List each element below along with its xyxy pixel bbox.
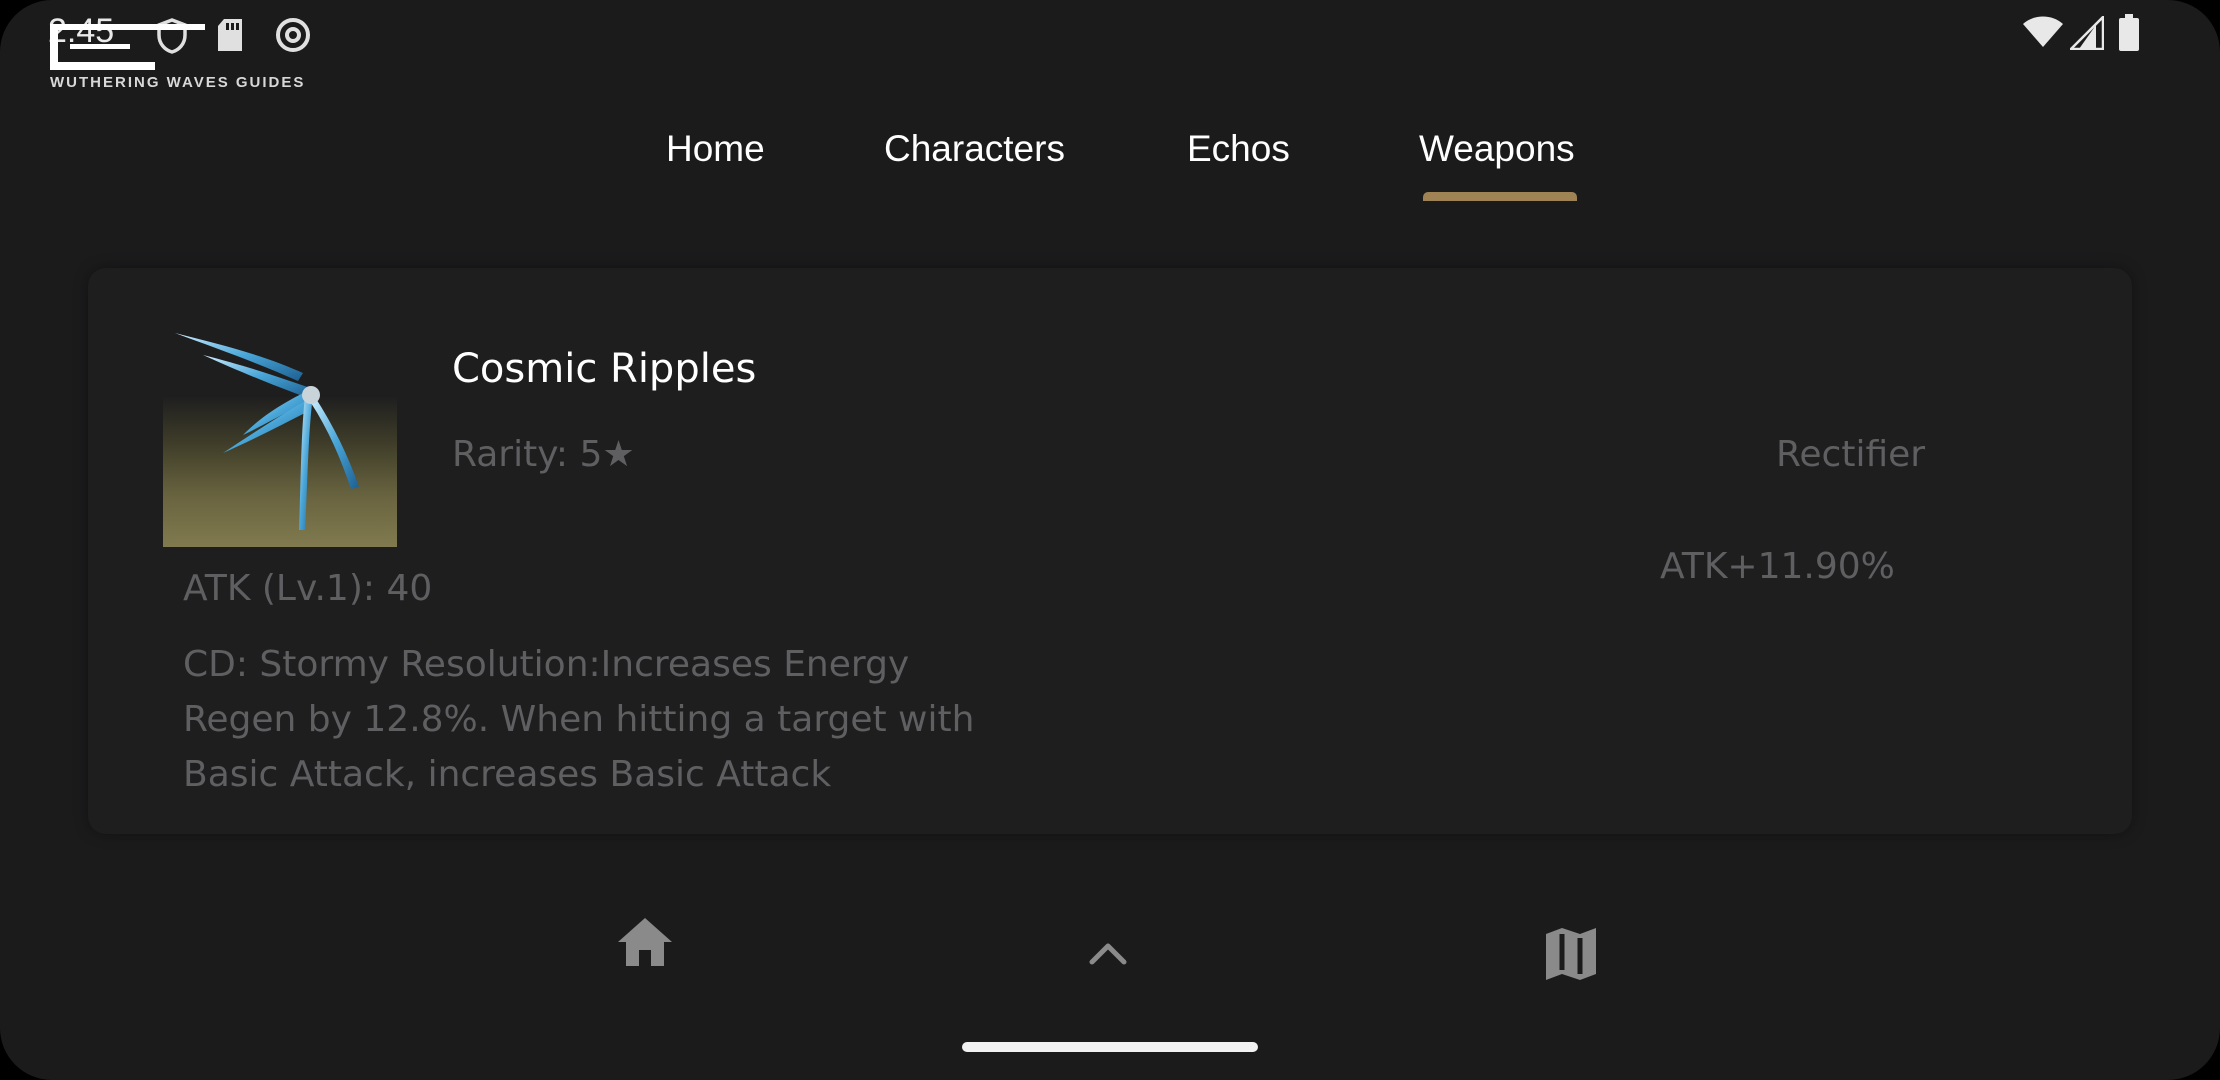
tab-home[interactable]: Home: [666, 128, 765, 170]
tab-weapons[interactable]: Weapons: [1419, 128, 1575, 170]
tab-characters[interactable]: Characters: [884, 128, 1065, 170]
battery-icon: [2119, 14, 2139, 51]
tab-selected-indicator: [1423, 192, 1577, 201]
app-logo: WUTHERING WAVES GUIDES: [50, 18, 303, 102]
map-icon[interactable]: [1544, 926, 1598, 982]
weapon-substat: ATK+11.90%: [1660, 546, 1895, 587]
weapon-illustration: [175, 333, 359, 530]
home-icon[interactable]: [616, 916, 674, 968]
cellular-signal-icon: [2070, 16, 2104, 50]
chevron-up-icon[interactable]: [1088, 940, 1128, 966]
weapon-rarity: Rarity: 5★: [452, 434, 635, 475]
logo-text: WUTHERING WAVES GUIDES: [50, 74, 306, 91]
gesture-handle[interactable]: [962, 1042, 1258, 1052]
weapon-image: [163, 325, 397, 547]
weapon-passive-description: CD: Stormy Resolution:Increases Energy R…: [183, 644, 975, 795]
tab-echos[interactable]: Echos: [1187, 128, 1290, 170]
at-sign-icon: [276, 18, 310, 52]
weapon-type: Rectifier: [1776, 434, 1926, 475]
weapon-name: Cosmic Ripples: [452, 346, 757, 392]
logo-mark: [50, 24, 205, 70]
weapon-base-atk: ATK (Lv.1): 40: [183, 568, 433, 609]
app-screen: 2:45 WUTHERING WAVES GUIDES Home Charact…: [0, 0, 2220, 1080]
wifi-icon: [2023, 16, 2063, 47]
